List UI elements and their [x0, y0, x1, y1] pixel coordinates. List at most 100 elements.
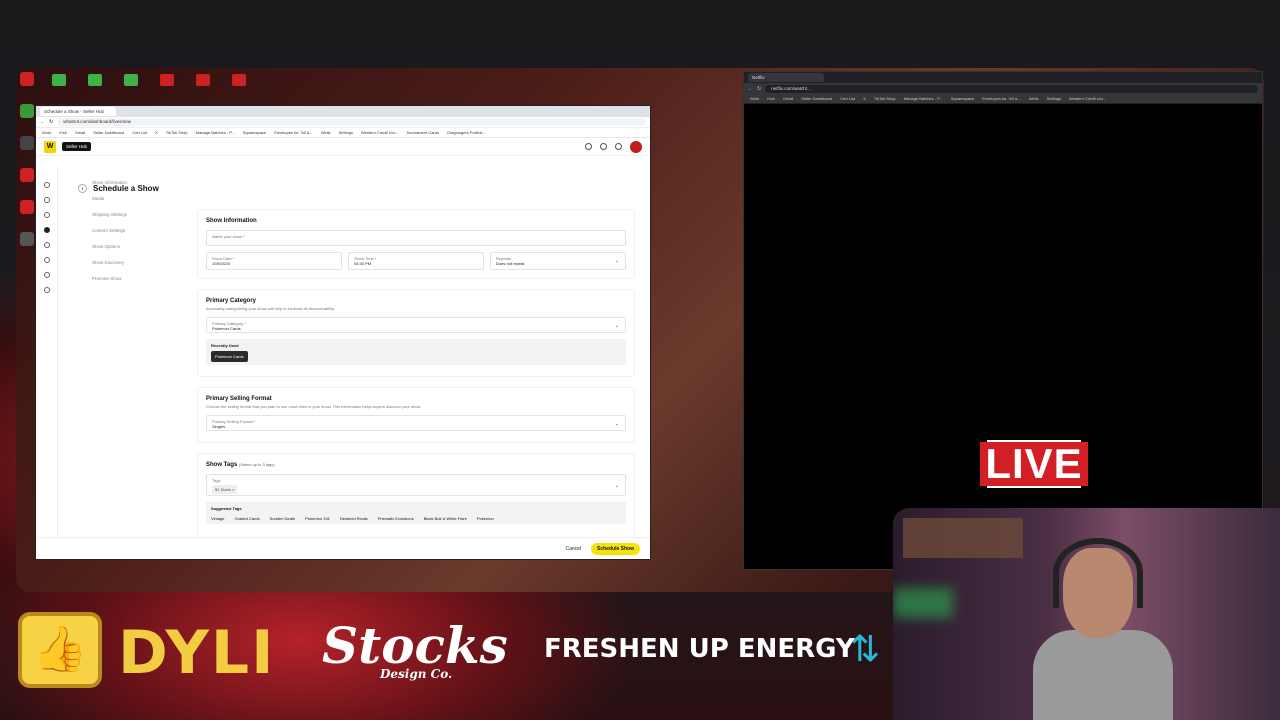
close-icon[interactable]: ×: [232, 487, 234, 492]
bookmark-item[interactable]: Kick: [767, 96, 775, 101]
step-content-settings[interactable]: Content Settings: [92, 228, 178, 244]
bookmark-item[interactable]: Seller Dashboard: [801, 96, 832, 101]
browser-tab-schedule[interactable]: Schedule a Show - Seller Hub: [40, 107, 116, 116]
shows-icon[interactable]: [43, 227, 50, 233]
bookmark-item[interactable]: Western Credit Uni...: [1069, 96, 1106, 101]
bookmark-item[interactable]: Squarespace: [243, 130, 267, 135]
inventory-icon[interactable]: [43, 212, 50, 218]
bookmark-item[interactable]: Gmail: [75, 130, 85, 135]
desktop-icon[interactable]: [20, 72, 34, 86]
repeat-select[interactable]: Repeats Does not repeat ⌄: [490, 252, 626, 270]
show-date-field[interactable]: Show Date * 10/5/2025: [206, 252, 342, 270]
reload-icon[interactable]: ↻: [49, 119, 53, 125]
step-show-options[interactable]: Show Options: [92, 244, 178, 260]
home-icon[interactable]: [43, 182, 50, 188]
bookmark-item[interactable]: Envelopes for "All &...: [982, 96, 1021, 101]
headset-icon: [1053, 538, 1143, 608]
orders-icon[interactable]: [43, 197, 50, 203]
suggested-tags-box: Suggested Tags Vintage Graded Cards Sudd…: [206, 502, 626, 524]
desktop-shortcut-icon[interactable]: [120, 74, 142, 100]
desktop-shortcut-icon[interactable]: [228, 74, 250, 100]
bookmark-item[interactable]: Tournament Cards: [406, 130, 439, 135]
bookmark-item[interactable]: Work: [42, 130, 51, 135]
suggested-tag[interactable]: Destined Rivals: [340, 516, 368, 521]
bookmark-item[interactable]: Manage Batches - P...: [904, 96, 943, 101]
cancel-button[interactable]: Cancel: [565, 546, 581, 552]
bookmark-item[interactable]: Cert List: [132, 130, 147, 135]
selling-format-select[interactable]: Primary Selling Format * Singles ⌄: [206, 415, 626, 431]
suggested-tag[interactable]: Black Bolt & White Flare: [424, 516, 467, 521]
desktop-icon[interactable]: [20, 168, 34, 182]
suggested-tag[interactable]: Pokemon: [477, 516, 494, 521]
suggested-tag[interactable]: Prismatic Evolutions: [378, 516, 414, 521]
url-input[interactable]: netflix.com/watch/...: [765, 84, 1258, 93]
bookmark-item[interactable]: Settings: [339, 130, 353, 135]
show-name-input[interactable]: Name your show *: [206, 230, 626, 246]
bookmark-item[interactable]: Wells: [1029, 96, 1039, 101]
desktop-icon[interactable]: [20, 232, 34, 246]
step-media[interactable]: Media: [92, 196, 178, 212]
show-time-field[interactable]: Show Time * 04:30 PM: [348, 252, 484, 270]
desktop-shortcut-icon[interactable]: [48, 74, 70, 100]
desktop-shortcut-icon[interactable]: [84, 74, 106, 100]
whatnot-logo-icon[interactable]: W: [44, 140, 56, 153]
step-show-discovery[interactable]: Show Discovery: [92, 260, 178, 276]
payouts-icon[interactable]: [43, 272, 50, 278]
video-player[interactable]: [744, 104, 1262, 569]
bookmark-item[interactable]: Gmail: [783, 96, 793, 101]
page-title: Schedule a Show: [93, 184, 159, 193]
step-promote-show[interactable]: Promote Show: [92, 276, 178, 292]
url-input[interactable]: whatnot.com/dashboard/lives/new: [57, 118, 646, 126]
primary-category-value: Pokemon Cards: [212, 326, 241, 331]
suggested-tag[interactable]: Graded Cards: [235, 516, 260, 521]
help-icon[interactable]: [585, 143, 592, 150]
messages-icon[interactable]: [600, 143, 607, 150]
bookmark-item[interactable]: Work: [750, 96, 759, 101]
live-badge: LIVE: [980, 440, 1088, 488]
bookmark-item[interactable]: X: [155, 130, 158, 135]
desktop-icons-row: [48, 74, 250, 100]
bookmark-item[interactable]: X: [863, 96, 866, 101]
bookmark-item[interactable]: Cert List: [840, 96, 855, 101]
bookmark-item[interactable]: Western Credit Uni...: [361, 130, 398, 135]
desktop-shortcut-icon[interactable]: [192, 74, 214, 100]
desktop-icon[interactable]: [20, 104, 34, 118]
desktop-shortcut-icon[interactable]: [156, 74, 178, 100]
back-arrow-icon[interactable]: ←: [40, 119, 45, 125]
browser-tab-netflix[interactable]: Netflix: [748, 73, 824, 82]
bookmark-item[interactable]: Seller Dashboard: [93, 130, 124, 135]
primary-category-card: Primary Category Accurately categorizing…: [198, 290, 634, 376]
suggested-tag[interactable]: Pokemon 151: [305, 516, 330, 521]
desktop-icon[interactable]: [20, 200, 34, 214]
step-shipping-settings[interactable]: Shipping Settings: [92, 212, 178, 228]
recent-category-chip[interactable]: Pokemon Cards: [211, 351, 248, 362]
suggested-tag[interactable]: Vintage: [211, 516, 225, 521]
bookmark-item[interactable]: TikTok Shop: [874, 96, 896, 101]
app-header: W Seller Hub: [36, 138, 650, 156]
bookmark-item[interactable]: Settings: [1047, 96, 1061, 101]
selected-tag-chip[interactable]: $1 Starts ×: [212, 485, 238, 494]
back-button[interactable]: ‹: [78, 184, 87, 193]
bookmark-item[interactable]: Envelopes for "All &...: [274, 130, 313, 135]
sponsor-stocks: Stocks Design Co.: [322, 616, 508, 681]
avatar[interactable]: [630, 140, 642, 153]
form-area: ‹ Schedule a Show Show Information Name …: [78, 166, 650, 559]
bookmark-item[interactable]: Kick: [59, 130, 67, 135]
bookmark-item[interactable]: Manage Batches - P...: [196, 130, 235, 135]
reload-icon[interactable]: ↻: [757, 86, 761, 92]
suggested-tag[interactable]: Sudden Death: [270, 516, 296, 521]
shipping-icon[interactable]: [43, 257, 50, 263]
bookmark-item[interactable]: Wells: [321, 130, 331, 135]
background-shelf: [903, 518, 1023, 558]
tags-input[interactable]: Tags $1 Starts × ⌄: [206, 474, 626, 496]
settings-icon[interactable]: [43, 287, 50, 293]
bookmark-item[interactable]: TikTok Shop: [166, 130, 188, 135]
bell-icon[interactable]: [615, 143, 622, 150]
desktop-icon[interactable]: [20, 136, 34, 150]
bookmark-item[interactable]: Outgoingers Portfoli...: [447, 130, 486, 135]
back-arrow-icon[interactable]: ←: [748, 86, 753, 92]
primary-category-select[interactable]: Primary Category * Pokemon Cards ⌄: [206, 317, 626, 333]
schedule-show-button[interactable]: Schedule Show: [591, 542, 640, 555]
bookmark-item[interactable]: Squarespace: [951, 96, 975, 101]
analytics-icon[interactable]: [43, 242, 50, 248]
